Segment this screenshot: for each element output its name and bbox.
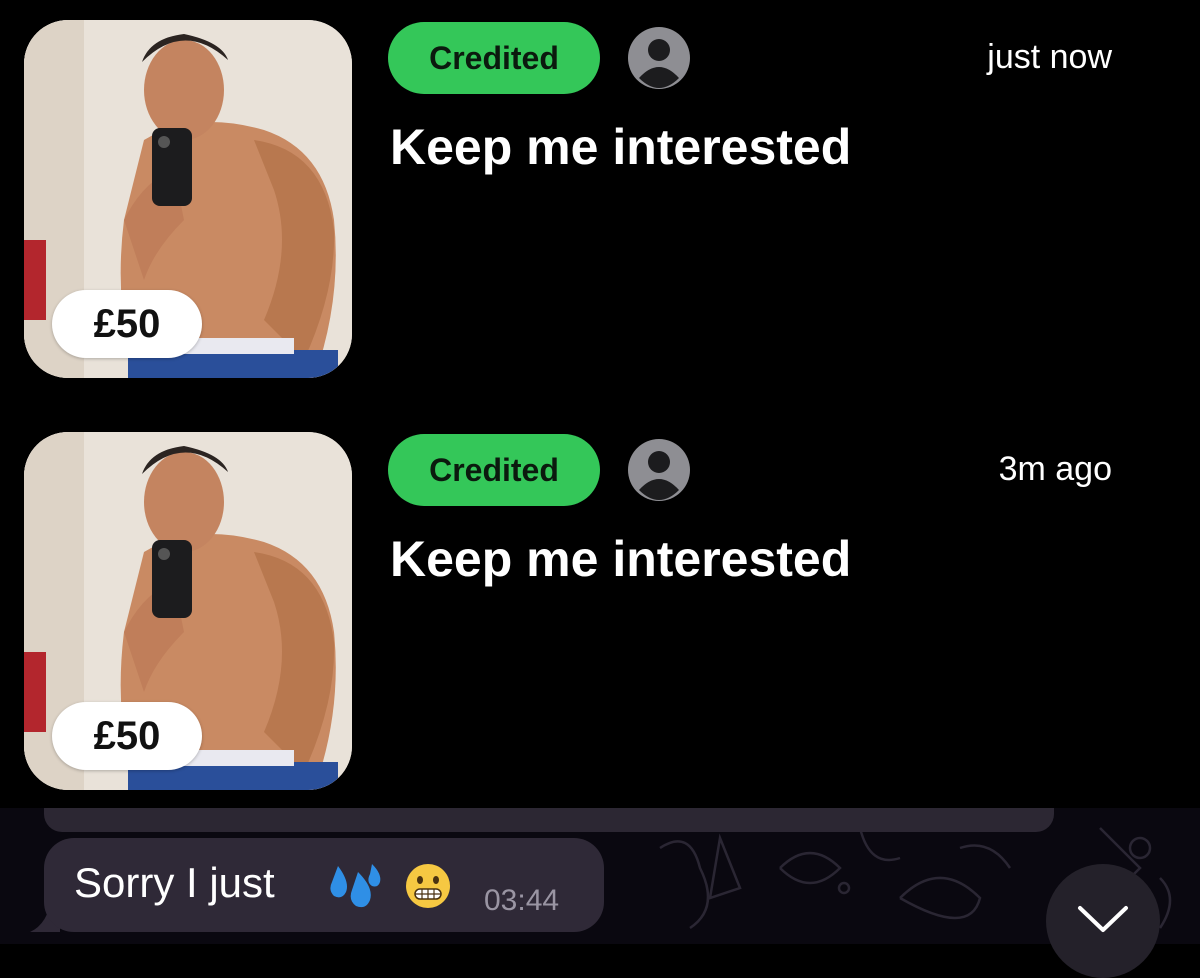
sweat-droplets-emoji: [330, 864, 381, 908]
message-time: 03:44: [484, 884, 560, 917]
notification-title: Keep me interested: [390, 119, 852, 175]
chevron-down-icon: [1078, 906, 1128, 932]
photo-thumbnail[interactable]: £50: [24, 432, 352, 790]
previous-message-bubble: [44, 808, 1054, 832]
notification-item[interactable]: £50 Credited 3m ago Keep me interested: [0, 432, 1200, 792]
message-bubble[interactable]: Sorry I just 03:44: [44, 838, 604, 932]
status-badge-credited: Credited: [388, 434, 600, 506]
price-badge: £50: [52, 290, 202, 358]
message-text: Sorry I just: [74, 859, 275, 906]
timestamp: 3m ago: [998, 450, 1112, 488]
timestamp: just now: [987, 38, 1112, 76]
person-avatar-icon[interactable]: [627, 26, 691, 90]
price-badge: £50: [52, 702, 202, 770]
notification-item[interactable]: £50 Credited just now Keep me interested: [0, 20, 1200, 380]
person-avatar-icon[interactable]: [627, 438, 691, 502]
scroll-to-bottom-button[interactable]: [1046, 864, 1160, 978]
grimacing-face-emoji: [406, 864, 450, 908]
photo-thumbnail[interactable]: £50: [24, 20, 352, 378]
status-badge-credited: Credited: [388, 22, 600, 94]
notification-title: Keep me interested: [390, 531, 852, 587]
